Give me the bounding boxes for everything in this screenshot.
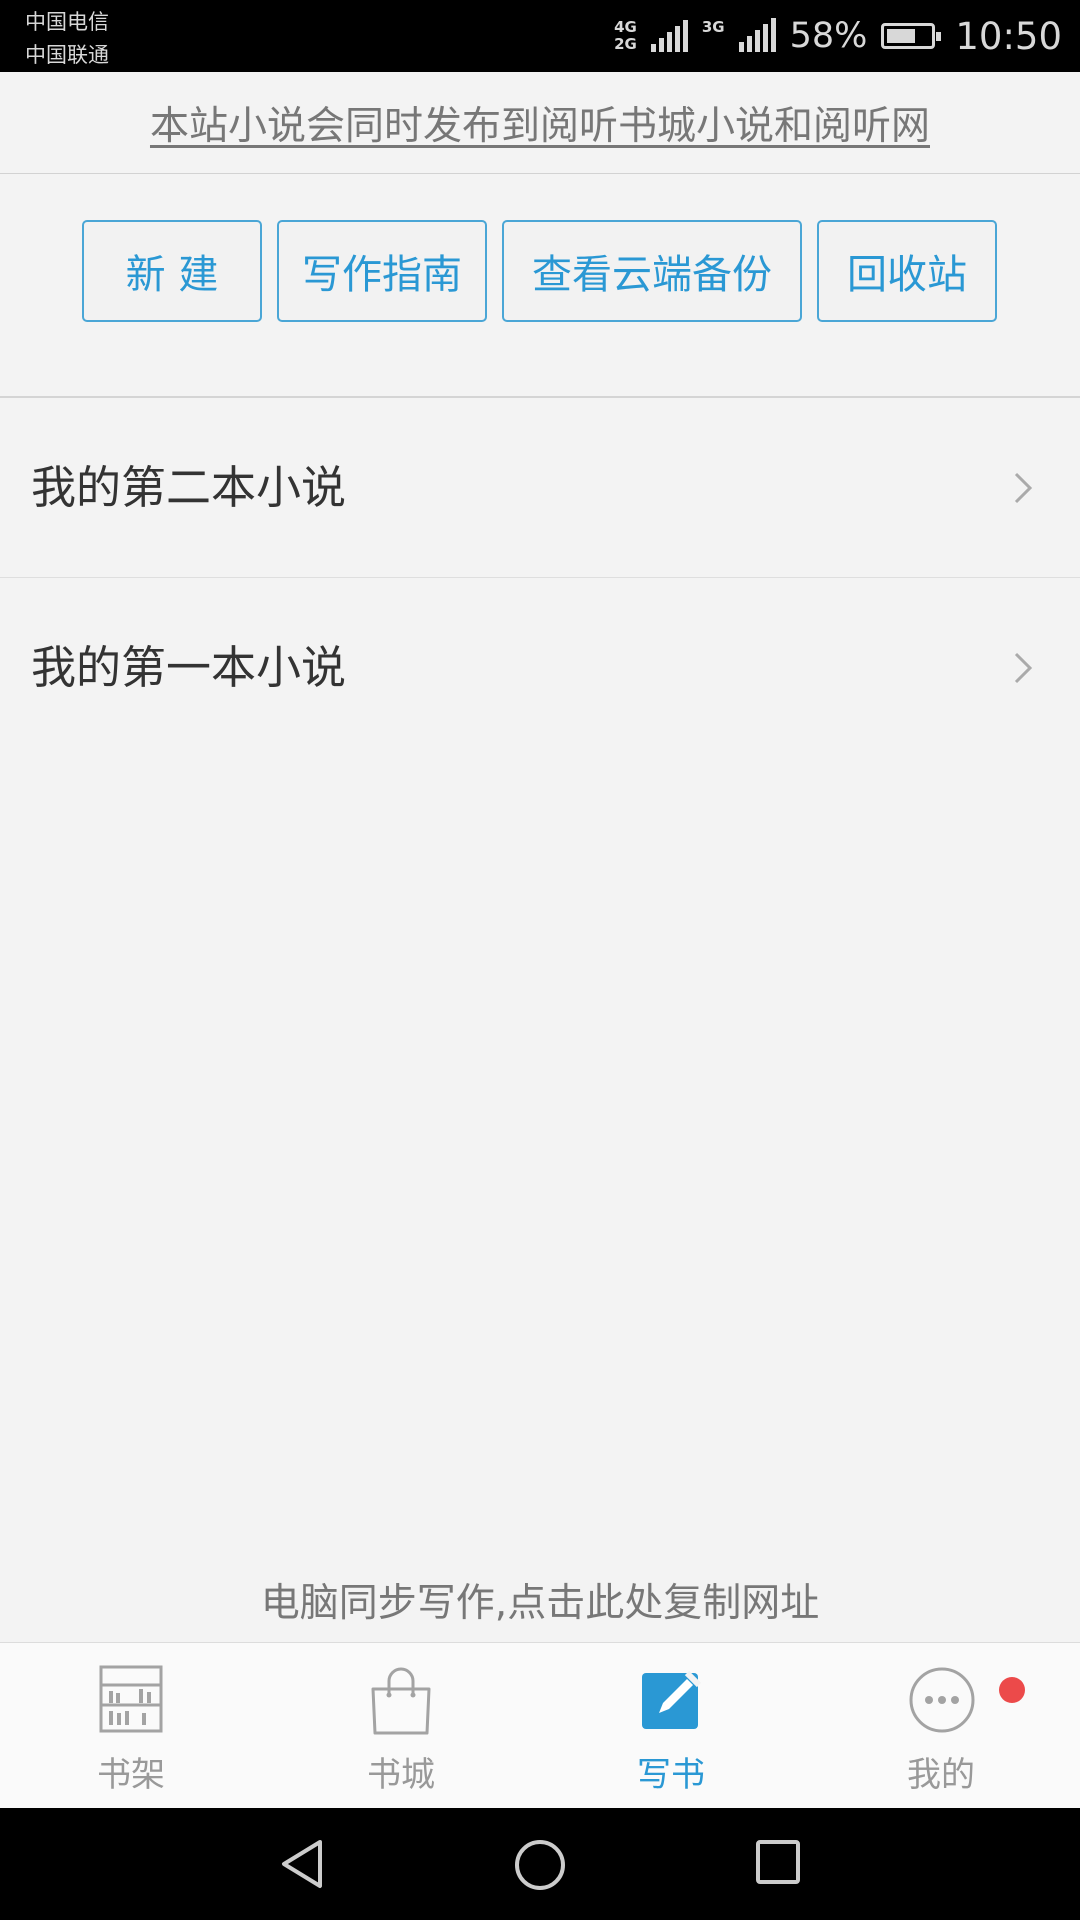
chevron-right-icon bbox=[1014, 472, 1033, 504]
system-nav-bar bbox=[0, 1808, 1080, 1920]
tab-mine[interactable]: 我的 bbox=[841, 1643, 1041, 1809]
status-indicators: 4G 2G 3G 58% 10:50 bbox=[614, 0, 1062, 72]
edit-icon bbox=[642, 1670, 702, 1729]
novel-list-item[interactable]: 我的第二本小说 bbox=[0, 398, 1080, 578]
shopping-bag-icon bbox=[371, 1667, 431, 1735]
status-bar: 中国电信 中国联通 4G 2G 3G 58% 10:50 bbox=[0, 0, 1080, 72]
signal-icon-2 bbox=[738, 18, 776, 52]
new-button[interactable]: 新 建 bbox=[82, 220, 262, 322]
carrier-2: 中国联通 bbox=[25, 43, 109, 67]
publish-notice[interactable]: 本站小说会同时发布到阅听书城小说和阅听网 bbox=[0, 72, 1080, 174]
battery-percentage: 58% bbox=[789, 16, 868, 56]
tab-label: 写书 bbox=[637, 1755, 705, 1795]
back-icon[interactable] bbox=[276, 1838, 328, 1890]
copy-sync-url-link[interactable]: 电脑同步写作,点击此处复制网址 bbox=[0, 1572, 1080, 1628]
bookshelf-icon bbox=[99, 1665, 163, 1733]
novel-title: 我的第一本小说 bbox=[31, 641, 347, 694]
signal-icon bbox=[650, 20, 688, 52]
action-buttons: 新 建 写作指南 查看云端备份 回收站 bbox=[0, 220, 1080, 322]
publish-notice-text[interactable]: 本站小说会同时发布到阅听书城小说和阅听网 bbox=[150, 95, 930, 151]
tab-label: 我的 bbox=[907, 1755, 975, 1795]
network-type-1: 4G 2G bbox=[614, 18, 637, 53]
cloud-backup-button[interactable]: 查看云端备份 bbox=[502, 220, 802, 322]
carrier-info: 中国电信 中国联通 bbox=[25, 6, 109, 72]
tab-label: 书架 bbox=[97, 1755, 165, 1795]
novel-title: 我的第二本小说 bbox=[31, 461, 347, 514]
writing-guide-button[interactable]: 写作指南 bbox=[277, 220, 487, 322]
novel-list-item[interactable]: 我的第一本小说 bbox=[0, 578, 1080, 758]
chevron-right-icon bbox=[1014, 652, 1033, 684]
notification-badge bbox=[999, 1677, 1025, 1703]
home-icon[interactable] bbox=[513, 1838, 567, 1892]
bottom-tab-bar: 书架 书城 写书 我的 bbox=[0, 1642, 1080, 1808]
recycle-bin-button[interactable]: 回收站 bbox=[817, 220, 997, 322]
more-dots-icon bbox=[909, 1667, 975, 1733]
tab-bookshelf[interactable]: 书架 bbox=[31, 1643, 231, 1809]
recents-icon[interactable] bbox=[754, 1838, 802, 1886]
network-type-2: 3G bbox=[701, 18, 725, 36]
tab-bookstore[interactable]: 书城 bbox=[301, 1643, 501, 1809]
tab-write[interactable]: 写书 bbox=[571, 1643, 771, 1809]
clock: 10:50 bbox=[955, 14, 1062, 58]
tab-label: 书城 bbox=[367, 1755, 435, 1795]
carrier-1: 中国电信 bbox=[25, 10, 109, 34]
battery-charging-icon bbox=[881, 23, 942, 49]
